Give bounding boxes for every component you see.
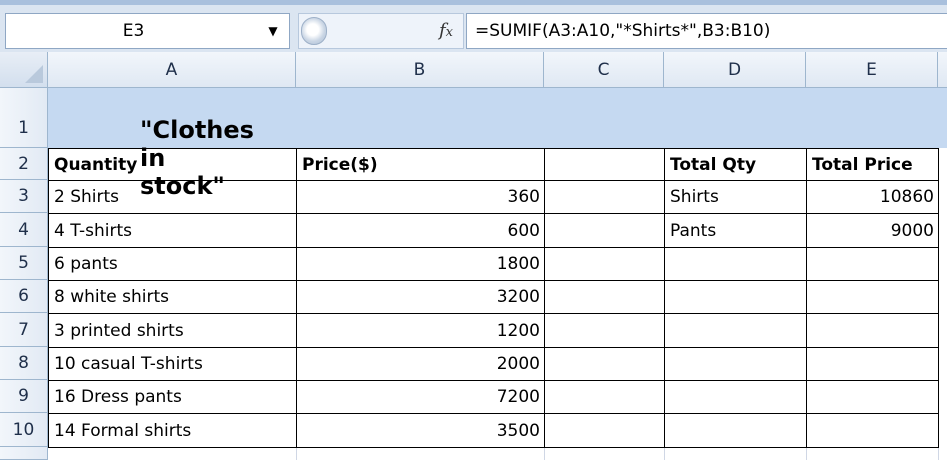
summary-qty-cell[interactable]: Shirts <box>664 180 807 214</box>
price-cell[interactable]: 2000 <box>296 347 545 381</box>
empty-cell[interactable] <box>806 313 939 348</box>
formula-controls: fx <box>298 13 464 49</box>
quantity-cell[interactable]: 8 white shirts <box>48 280 297 314</box>
empty-cell[interactable] <box>664 313 807 348</box>
quantity-cell[interactable]: 4 T-shirts <box>48 213 297 248</box>
column-header-d[interactable]: D <box>664 52 806 88</box>
name-box-value: E3 <box>122 21 145 41</box>
quantity-cell[interactable]: 6 pants <box>48 247 297 281</box>
cancel-icon[interactable] <box>301 17 327 45</box>
empty-cell[interactable] <box>544 247 665 281</box>
column-header-f[interactable] <box>938 52 947 88</box>
insert-function-icon[interactable]: fx <box>439 14 453 48</box>
empty-cell[interactable] <box>806 413 939 448</box>
price-cell[interactable]: 1200 <box>296 313 545 348</box>
empty-cell[interactable] <box>664 413 807 448</box>
chevron-down-icon[interactable]: ▼ <box>263 14 283 48</box>
empty-cell[interactable] <box>806 347 939 381</box>
summary-qty-cell[interactable]: Pants <box>664 213 807 248</box>
empty-cell[interactable] <box>664 247 807 281</box>
quantity-cell[interactable]: 16 Dress pants <box>48 380 297 414</box>
empty-cell[interactable] <box>806 247 939 281</box>
cell-c2[interactable] <box>544 148 665 181</box>
empty-cell[interactable] <box>544 280 665 314</box>
price-cell[interactable]: 3500 <box>296 413 545 448</box>
price-cell[interactable]: 3200 <box>296 280 545 314</box>
price-cell[interactable]: 7200 <box>296 380 545 414</box>
quantity-cell[interactable]: 14 Formal shirts <box>48 413 297 448</box>
row-header-8[interactable]: 8 <box>0 347 48 380</box>
gridline <box>544 447 545 460</box>
formula-bar: E3 ▼ fx =SUMIF(A3:A10,"*Shirts*",B3:B10) <box>0 0 947 52</box>
quantity-cell[interactable]: 3 printed shirts <box>48 313 297 348</box>
row-header-5[interactable]: 5 <box>0 247 48 280</box>
summary-price-cell[interactable]: 9000 <box>806 213 939 248</box>
header-total-price[interactable]: Total Price <box>806 148 939 181</box>
summary-price-cell[interactable]: 10860 <box>806 180 939 214</box>
price-cell[interactable]: 1800 <box>296 247 545 281</box>
gridline <box>296 447 297 460</box>
empty-cell[interactable] <box>544 313 665 348</box>
gridline <box>664 447 665 460</box>
select-all-corner[interactable] <box>0 52 48 88</box>
column-header-c[interactable]: C <box>544 52 664 88</box>
empty-cell[interactable] <box>544 347 665 381</box>
select-all-icon <box>25 65 43 83</box>
column-header-e[interactable]: E <box>806 52 938 88</box>
empty-cell[interactable] <box>806 380 939 414</box>
row-header-1[interactable]: 1 <box>0 88 48 148</box>
row-header-4[interactable]: 4 <box>0 213 48 247</box>
row-header-9[interactable]: 9 <box>0 380 48 413</box>
quantity-cell[interactable]: 10 casual T-shirts <box>48 347 297 381</box>
column-header-b[interactable]: B <box>296 52 544 88</box>
row-header-11[interactable] <box>0 447 48 460</box>
empty-cell[interactable] <box>544 413 665 448</box>
empty-cell[interactable] <box>664 380 807 414</box>
empty-cell[interactable] <box>544 180 665 214</box>
empty-cell[interactable] <box>664 347 807 381</box>
quantity-cell[interactable]: 2 Shirts <box>48 180 297 214</box>
price-cell[interactable]: 360 <box>296 180 545 214</box>
row-header-10[interactable]: 10 <box>0 413 48 447</box>
empty-cell[interactable] <box>806 280 939 314</box>
row-header-3[interactable]: 3 <box>0 180 48 213</box>
column-header-a[interactable]: A <box>48 52 296 88</box>
empty-cell[interactable] <box>664 280 807 314</box>
gridline <box>938 447 939 460</box>
row-header-6[interactable]: 6 <box>0 280 48 313</box>
row-header-2[interactable]: 2 <box>0 148 48 180</box>
row-header-7[interactable]: 7 <box>0 313 48 347</box>
header-price[interactable]: Price($) <box>296 148 545 181</box>
name-box[interactable]: E3 ▼ <box>5 13 290 49</box>
header-quantity[interactable]: Quantity <box>48 148 297 181</box>
price-cell[interactable]: 600 <box>296 213 545 248</box>
empty-cell[interactable] <box>544 380 665 414</box>
empty-cell[interactable] <box>544 213 665 248</box>
formula-input[interactable]: =SUMIF(A3:A10,"*Shirts*",B3:B10) <box>466 13 947 49</box>
header-total-qty[interactable]: Total Qty <box>664 148 807 181</box>
gridline <box>806 447 807 460</box>
